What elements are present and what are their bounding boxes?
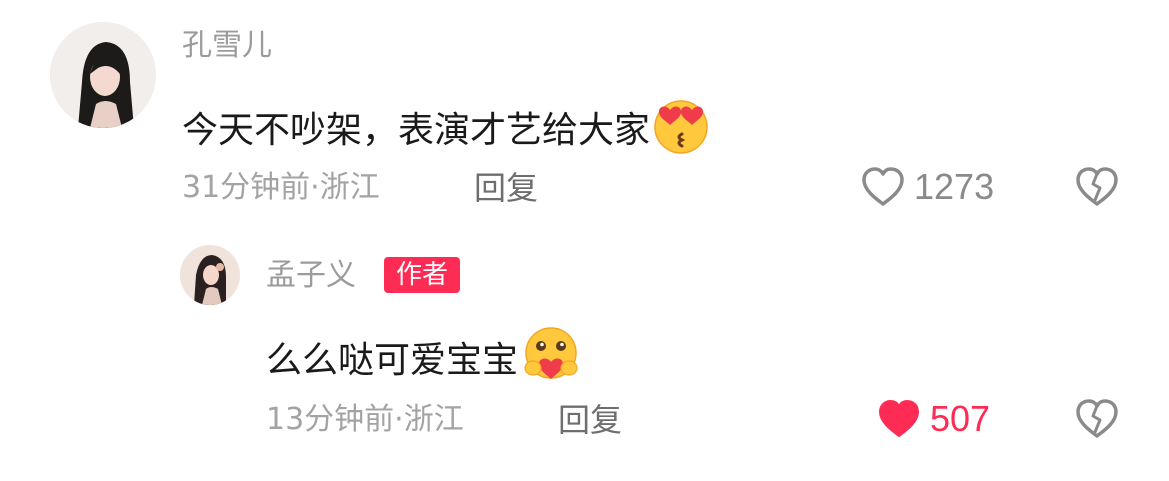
broken-heart-icon	[1076, 167, 1118, 206]
reply-like-button[interactable]: 507	[876, 398, 990, 440]
reply-username[interactable]: 孟子义	[266, 258, 356, 294]
reply-like-count: 507	[930, 398, 991, 439]
comment-text-content: 今天不吵架，表演才艺给大家	[182, 109, 651, 151]
heart-filled-icon	[879, 400, 919, 437]
comment-dislike-button[interactable]	[1074, 166, 1120, 212]
broken-heart-icon	[1076, 399, 1118, 438]
comment-meta: 31分钟前·浙江	[182, 170, 380, 206]
hugging-heart-icon	[520, 326, 582, 395]
reply-time-location: 13分钟前·浙江	[266, 402, 464, 437]
comment-reply-button[interactable]: 回复	[474, 170, 538, 206]
reply-text: 么么哒可爱宝宝	[266, 326, 582, 395]
comment-time-location: 31分钟前·浙江	[182, 170, 380, 205]
reply-avatar[interactable]	[180, 245, 240, 305]
avatar-image	[50, 22, 156, 128]
heart-outline-icon	[862, 167, 904, 206]
comment-username[interactable]: 孔雪儿	[182, 28, 272, 64]
comment-text: 今天不吵架，表演才艺给大家	[182, 96, 710, 165]
reply-meta: 13分钟前·浙江	[266, 402, 464, 438]
heart-eyes-kiss-icon	[652, 96, 710, 165]
avatar-image	[180, 245, 240, 305]
comment-like-button[interactable]: 1273	[860, 166, 994, 208]
avatar[interactable]	[50, 22, 156, 128]
reply-reply-button[interactable]: 回复	[558, 402, 622, 438]
comment-like-count: 1273	[914, 166, 995, 207]
reply-dislike-button[interactable]	[1074, 398, 1120, 444]
reply-text-content: 么么哒可爱宝宝	[266, 339, 519, 381]
author-badge: 作者	[384, 257, 461, 293]
